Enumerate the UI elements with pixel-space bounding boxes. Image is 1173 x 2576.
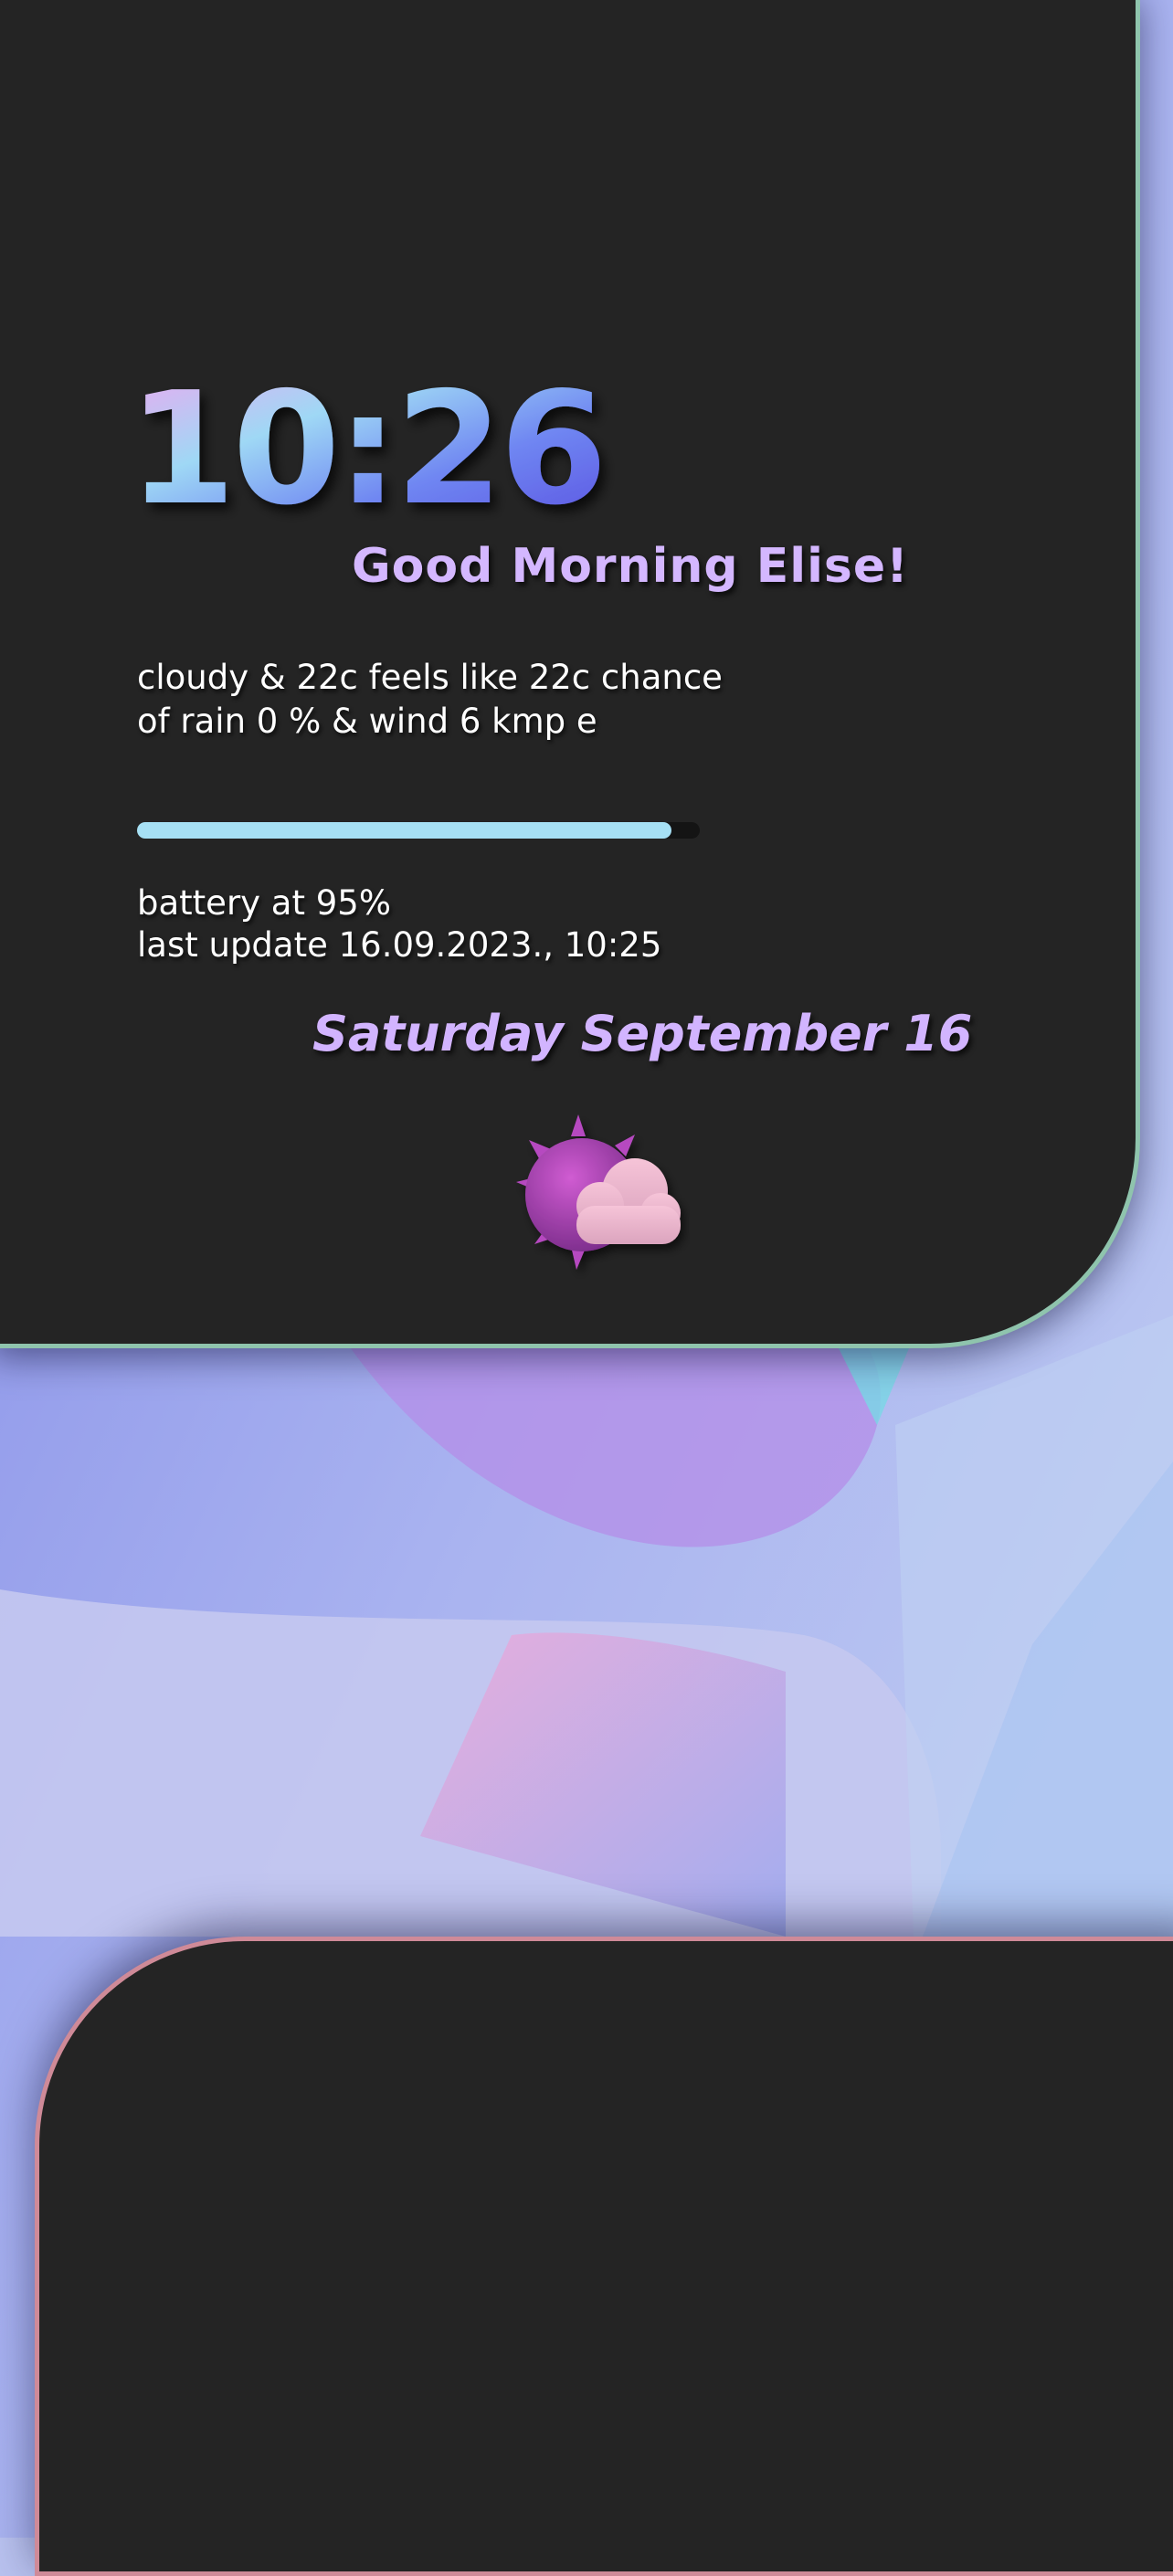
battery-status-text: battery at 95% — [137, 883, 391, 923]
greeting-text: Good Morning Elise! — [352, 539, 909, 594]
last-update-text: last update 16.09.2023., 10:25 — [137, 925, 662, 965]
bottom-widget-card — [35, 1937, 1173, 2576]
partly-cloudy-icon — [516, 1114, 681, 1270]
battery-progress-bar — [137, 822, 700, 839]
weather-summary-line-2: of rain 0 % & wind 6 kmp e — [137, 702, 597, 741]
weather-summary-line-1: cloudy & 22c feels like 22c chance — [137, 658, 723, 697]
clock-display: 10:26 — [128, 365, 608, 530]
date-text: Saturday September 16 — [312, 1005, 973, 1062]
clock-time: 10:26 — [128, 365, 604, 530]
battery-progress-fill — [137, 822, 672, 839]
